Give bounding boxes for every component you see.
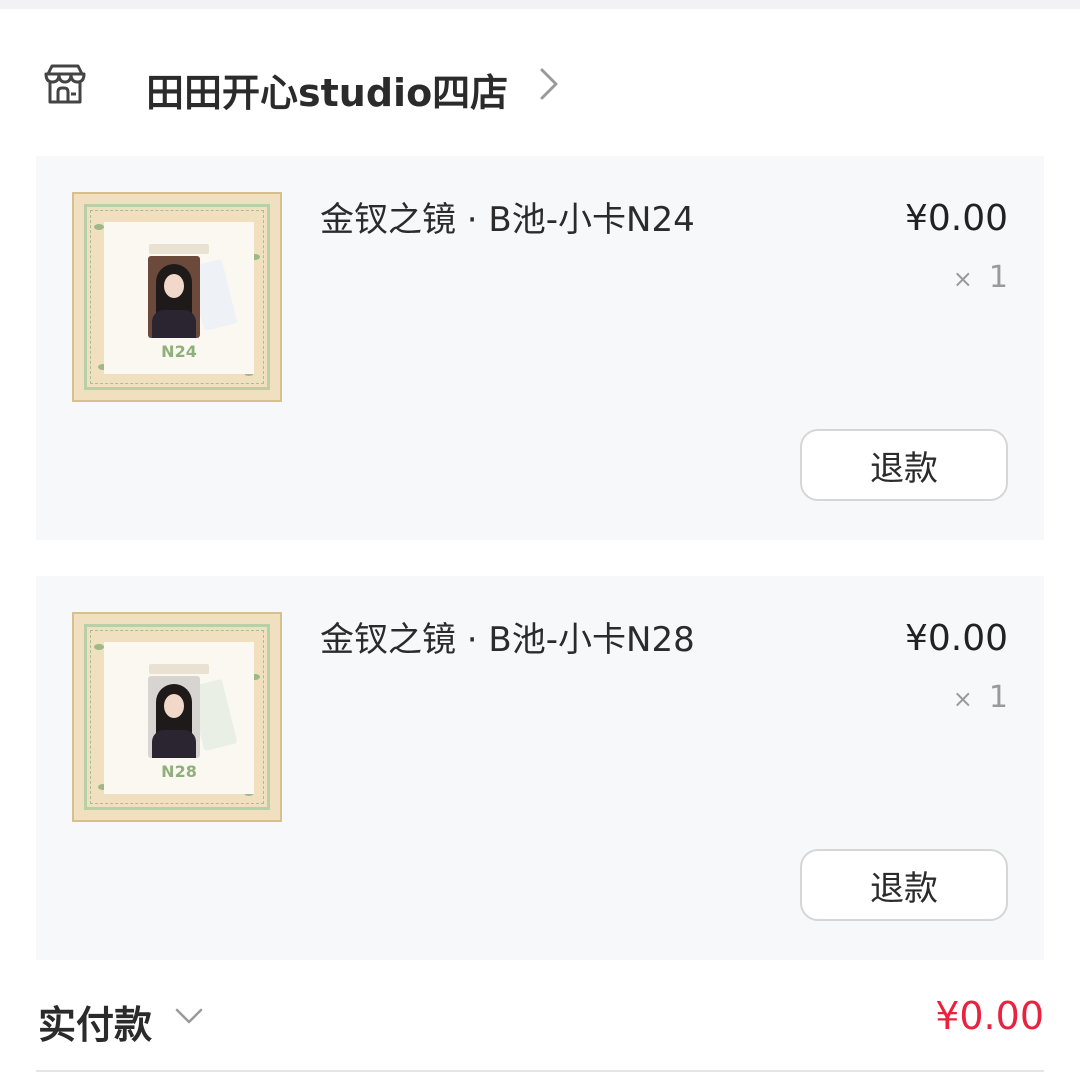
total-amount: ¥0.00 [935,994,1044,1038]
refund-button[interactable]: 退款 [800,849,1008,921]
store-icon [44,64,86,104]
product-price: ¥0.00 [904,198,1008,239]
top-separator [0,0,1080,9]
total-payment-row[interactable]: 实付款 ¥0.00 [0,980,1080,1052]
product-quantity: × 1 [952,260,1008,295]
chevron-right-icon[interactable] [534,64,564,104]
order-item-card[interactable]: N28 金钗之镜 · B池-小卡N28 ¥0.00 × 1 退款 [36,576,1044,960]
product-price: ¥0.00 [904,618,1008,659]
refund-button[interactable]: 退款 [800,429,1008,501]
product-title[interactable]: 金钗之镜 · B池-小卡N24 [320,192,695,241]
product-thumbnail[interactable]: N24 [72,192,282,402]
divider [36,1070,1044,1072]
order-item-card[interactable]: N24 金钗之镜 · B池-小卡N24 ¥0.00 × 1 退款 [36,156,1044,540]
product-quantity: × 1 [952,680,1008,715]
total-label[interactable]: 实付款 [38,994,152,1049]
product-title[interactable]: 金钗之镜 · B池-小卡N28 [320,612,695,661]
shop-name[interactable]: 田田开心studio四店 [146,62,508,117]
card-code: N28 [161,762,197,781]
shop-header[interactable]: 田田开心studio四店 [0,40,1080,130]
card-code: N24 [161,342,197,361]
product-thumbnail[interactable]: N28 [72,612,282,822]
chevron-down-icon[interactable] [172,1002,206,1030]
